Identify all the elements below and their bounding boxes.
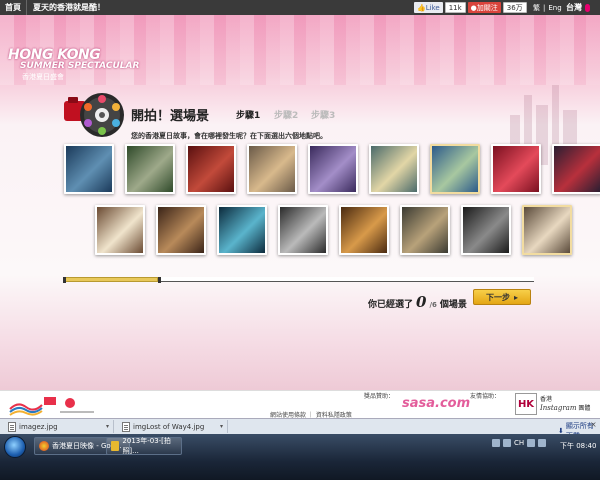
viewmaster-camera-icon	[64, 93, 124, 137]
slider-thumb[interactable]	[64, 277, 158, 282]
scene-thumbnail-red-flowers[interactable]	[491, 144, 541, 194]
hk-line-2: Instagram	[540, 404, 577, 412]
file-icon	[122, 421, 130, 432]
scene-thumbnail-purple-lit-restaurant[interactable]	[308, 144, 358, 194]
hong-kong-tourism-logo[interactable]	[8, 393, 98, 417]
hk-instagram-text: 香港 Instagram 團體	[540, 395, 590, 413]
scene-scroll-slider[interactable]	[64, 277, 534, 282]
scene-thumbnail-spiral-staircase[interactable]	[278, 205, 328, 255]
facebook-like-button[interactable]: 👍 Like	[414, 2, 443, 13]
weibo-count: 36万	[502, 2, 527, 13]
top-nav-bar: 首頁 夏天的香港就是酷！ 👍 Like 11k ● 加關注 36万 繁 | En…	[0, 0, 600, 15]
start-button[interactable]	[4, 436, 26, 458]
volume-icon[interactable]	[538, 439, 547, 447]
scene-thumbnail-children-at-aquarium[interactable]	[64, 144, 114, 194]
scene-question: 您的香港夏日故事，會在哪裡發生呢？在下面選出六個地點吧。	[131, 132, 327, 140]
download-item-1[interactable]: imagez.jpg ▾	[4, 420, 114, 433]
ime-indicator[interactable]: CH	[514, 439, 524, 447]
lang-en-link[interactable]: Eng	[548, 4, 561, 12]
chevron-down-icon[interactable]: ▾	[106, 423, 109, 430]
nav-site-title[interactable]: 夏天的香港就是酷！	[27, 2, 105, 13]
tray-app-icon[interactable]	[503, 439, 511, 447]
language-switch: 繁 | Eng	[533, 0, 562, 15]
scene-thumbnail-abstract-lines[interactable]	[461, 205, 511, 255]
download-filename-2: imgLost of Way4.jpg	[133, 422, 205, 431]
scene-thumbnail-giraffe-and-trees[interactable]	[430, 144, 480, 194]
scene-thumbnail-crowded-market-street[interactable]	[400, 205, 450, 255]
hong-kong-summer-logo[interactable]: HONG KONG SUMMER SPECTACULAR 香港夏日盛會	[8, 47, 139, 82]
like-label: Like	[425, 3, 440, 12]
scene-thumbnail-street-market-signs[interactable]	[339, 205, 389, 255]
next-button-label: 下一步	[485, 292, 510, 302]
page-footer: 獎品贊助： sasa.com 友情協助： 網站使用條款 ｜ 資料私隱政策 HK …	[0, 390, 600, 419]
download-bar: imagez.jpg ▾ imgLost of Way4.jpg ▾ ⬇ 顯示所…	[0, 418, 600, 440]
taskbar-button-folder[interactable]: 2013年-03-[拍照]...	[106, 437, 182, 455]
social-buttons: 👍 Like 11k ● 加關注 36万	[414, 2, 527, 13]
step-3-tab: 步驟3	[311, 111, 336, 121]
partner-label: 友情協助：	[470, 393, 501, 400]
scene-thumbnail-stage-blue-lights[interactable]	[217, 205, 267, 255]
hk-line-3: 團體	[578, 405, 591, 412]
arrow-right-icon: ▸	[513, 292, 518, 302]
tray-app-icon[interactable]	[492, 439, 500, 447]
logo-line-2: SUMMER SPECTACULAR	[20, 61, 140, 71]
slider-right-cap	[158, 277, 161, 283]
scene-thumbnail-dim-sum-plate[interactable]	[369, 144, 419, 194]
prize-sponsor-label: 獎品贊助：	[364, 393, 395, 400]
scene-thumbnail-soup-bowl-spoon[interactable]	[95, 205, 145, 255]
taskbar-label-2: 2013年-03-[拍照]...	[122, 437, 171, 455]
scene-thumbnail-shopping-mall-escalator[interactable]	[247, 144, 297, 194]
region-label: 台灣	[566, 3, 582, 12]
scene-thumbnail-night-street-lights[interactable]	[552, 144, 600, 194]
location-pin-icon	[585, 3, 590, 12]
file-icon	[8, 421, 16, 432]
selected-count-text: 你已經選了 0 /6 個場景	[368, 293, 467, 311]
windows-taskbar: 香港夏日映像 - Goo... 2013年-03-[拍照]... CH 下午 0…	[0, 434, 600, 480]
folder-icon	[111, 441, 120, 451]
scene-thumbnail-people-in-shop[interactable]	[156, 205, 206, 255]
lang-zh-link[interactable]: 繁	[533, 3, 540, 13]
region-selector[interactable]: 台灣	[566, 0, 590, 15]
wizard-title: 開拍！選場景	[131, 109, 210, 124]
hk-instagram-logo[interactable]: HK	[515, 393, 537, 415]
system-clock[interactable]: 下午 08:40	[560, 441, 596, 451]
scene-thumbnail-red-interior-decoration[interactable]	[186, 144, 236, 194]
main-content: HONG KONG SUMMER SPECTACULAR 香港夏日盛會 開拍！選…	[0, 15, 600, 390]
selected-total: /6	[429, 301, 437, 309]
selected-count: 0	[416, 293, 427, 311]
sasa-logo[interactable]: sasa.com	[402, 396, 470, 411]
weibo-follow-button[interactable]: ● 加關注	[467, 2, 501, 13]
next-step-button[interactable]: 下一步 ▸	[473, 289, 531, 305]
thumbs-up-icon: 👍	[417, 3, 426, 12]
like-count: 11k	[444, 2, 466, 13]
step-2-tab: 步驟2	[274, 111, 299, 121]
chrome-icon	[39, 441, 49, 451]
selected-suffix: 個場景	[439, 300, 467, 310]
nav-home-link[interactable]: 首頁	[0, 0, 27, 15]
step-1-tab: 步驟1	[236, 111, 261, 121]
scene-thumbnail-harbour-waterfront[interactable]	[522, 205, 572, 255]
weibo-label: 加關注	[476, 3, 498, 12]
slider-left-cap	[63, 277, 66, 283]
selected-prefix: 你已經選了	[368, 300, 414, 310]
download-filename-1: imagez.jpg	[19, 422, 58, 431]
hk-line-1: 香港	[540, 396, 553, 403]
logo-line-3: 香港夏日盛會	[22, 73, 64, 81]
download-item-2[interactable]: imgLost of Way4.jpg ▾	[118, 420, 228, 433]
system-tray: CH	[492, 439, 547, 447]
network-icon[interactable]	[527, 439, 536, 447]
scene-thumbnail-park-green-trees[interactable]	[125, 144, 175, 194]
lang-separator: |	[543, 3, 546, 12]
chevron-down-icon[interactable]: ▾	[220, 423, 223, 430]
close-icon[interactable]: ×	[590, 420, 597, 429]
